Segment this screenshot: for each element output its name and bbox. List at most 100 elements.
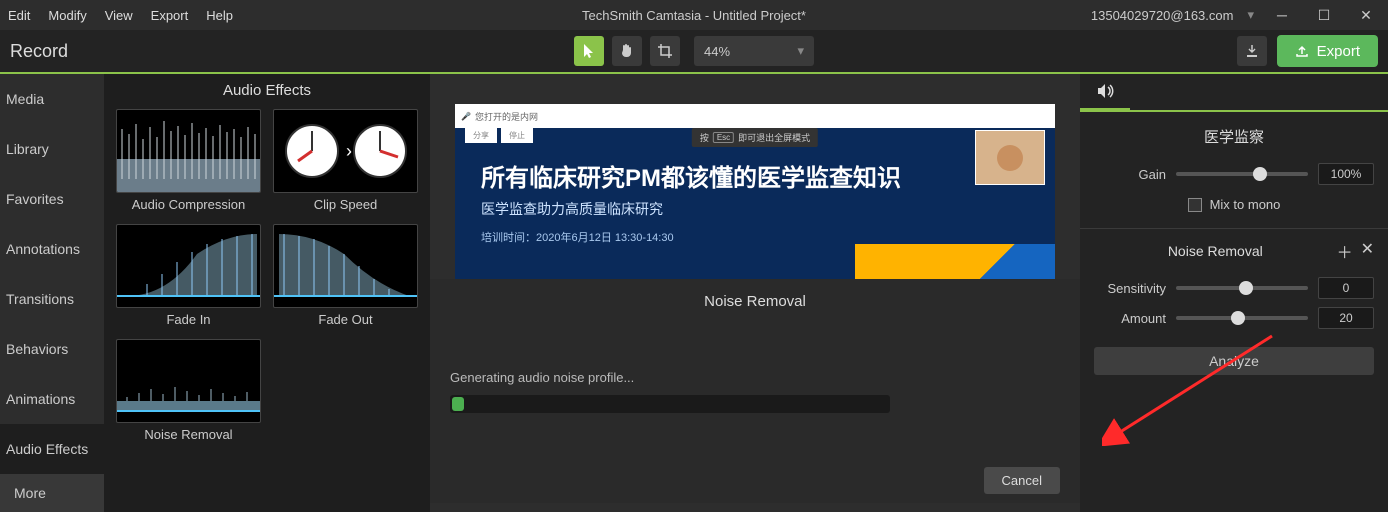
effect-fade-out[interactable]: Fade Out: [273, 224, 418, 327]
presenter-video: [975, 130, 1045, 185]
account-label[interactable]: 13504029720@163.com: [1091, 8, 1234, 23]
minimize-button[interactable]: ─: [1268, 5, 1296, 25]
left-sidebar: Media Library Favorites Annotations Tran…: [0, 74, 104, 512]
effect-label: Noise Removal: [116, 427, 261, 442]
maximize-button[interactable]: ☐: [1310, 5, 1338, 25]
app-title: TechSmith Camtasia - Untitled Project*: [582, 8, 806, 23]
dialog-title: Noise Removal: [450, 293, 1060, 310]
download-button[interactable]: [1237, 36, 1267, 66]
sensitivity-slider[interactable]: [1176, 286, 1308, 290]
noise-removal-dialog: Noise Removal Generating audio noise pro…: [430, 279, 1080, 503]
svg-text:›: ›: [346, 141, 352, 161]
noise-removal-section-title: Noise Removal: [1094, 243, 1337, 259]
menu-bar: Edit Modify View Export Help: [8, 8, 233, 23]
crop-tool-button[interactable]: [650, 36, 680, 66]
sidebar-item-favorites[interactable]: Favorites: [0, 174, 104, 224]
menu-modify[interactable]: Modify: [48, 8, 86, 23]
effect-label: Fade In: [116, 312, 261, 327]
export-label: Export: [1317, 43, 1360, 60]
cancel-button[interactable]: Cancel: [984, 467, 1060, 494]
effects-panel: Audio Effects Audio Compression › Clip S…: [104, 74, 430, 512]
slide-meta: 培训时间：2020年6月12日 13:30-14:30: [455, 229, 1055, 245]
effects-panel-title: Audio Effects: [116, 74, 418, 109]
effect-label: Fade Out: [273, 312, 418, 327]
zoom-value: 44%: [704, 44, 730, 59]
sidebar-more[interactable]: More: [0, 474, 104, 512]
menu-view[interactable]: View: [105, 8, 133, 23]
slide-subtitle: 医学监查助力高质量临床研究: [455, 199, 1055, 229]
effect-thumb: [116, 339, 261, 423]
menu-export[interactable]: Export: [151, 8, 189, 23]
download-icon: [1245, 44, 1259, 58]
toolbar: Record 44% ▾ Export: [0, 30, 1388, 74]
gain-slider[interactable]: [1176, 172, 1308, 176]
sidebar-item-annotations[interactable]: Annotations: [0, 224, 104, 274]
fullscreen-hint: 按 Esc 即可退出全屏模式: [692, 128, 818, 147]
effect-label: Audio Compression: [116, 197, 261, 212]
amount-label: Amount: [1094, 311, 1166, 326]
record-button[interactable]: Record: [10, 41, 68, 62]
progress-fill: [452, 397, 464, 411]
checkbox-icon[interactable]: [1188, 198, 1202, 212]
close-button[interactable]: ✕: [1352, 5, 1380, 25]
hand-icon: [619, 43, 635, 59]
cursor-icon: [581, 43, 597, 59]
esc-key-icon: Esc: [713, 132, 734, 143]
effect-audio-compression[interactable]: Audio Compression: [116, 109, 261, 212]
sidebar-item-behaviors[interactable]: Behaviors: [0, 324, 104, 374]
title-bar: Edit Modify View Export Help TechSmith C…: [0, 0, 1388, 30]
effect-noise-removal[interactable]: Noise Removal: [116, 339, 261, 442]
analyze-button[interactable]: Analyze: [1094, 347, 1374, 375]
account-dropdown-icon[interactable]: ▾: [1247, 7, 1254, 23]
effect-label: Clip Speed: [273, 197, 418, 212]
browser-bar-text: 您打开的是内网: [475, 110, 538, 123]
crop-icon: [657, 43, 673, 59]
effect-thumb: ›: [273, 109, 418, 193]
export-button[interactable]: Export: [1277, 35, 1378, 67]
sidebar-item-transitions[interactable]: Transitions: [0, 274, 104, 324]
zoom-dropdown[interactable]: 44% ▾: [694, 36, 814, 66]
preview-area: 🎤 您打开的是内网 分享 停止 按 Esc 即可退出全屏模式 所有临床研究PM都…: [430, 74, 1080, 512]
sidebar-item-library[interactable]: Library: [0, 124, 104, 174]
slide-action-buttons: 分享 停止: [465, 128, 533, 143]
dialog-status-text: Generating audio noise profile...: [450, 370, 1060, 385]
amount-row: Amount 20: [1080, 303, 1388, 333]
menu-edit[interactable]: Edit: [8, 8, 30, 23]
sensitivity-row: Sensitivity 0: [1080, 273, 1388, 303]
properties-panel: 医学监察 Gain 100% Mix to mono Noise Removal…: [1080, 74, 1388, 512]
effect-thumb: [273, 224, 418, 308]
gain-label: Gain: [1094, 167, 1166, 182]
effect-thumb: [116, 224, 261, 308]
mix-to-mono-label: Mix to mono: [1210, 197, 1281, 212]
effect-fade-in[interactable]: Fade In: [116, 224, 261, 327]
slide-btn-1: 分享: [465, 128, 497, 143]
effect-clip-speed[interactable]: › Clip Speed: [273, 109, 418, 212]
gain-value[interactable]: 100%: [1318, 163, 1374, 185]
add-effect-button[interactable]: ＋: [1337, 239, 1353, 263]
sidebar-item-audio-effects[interactable]: Audio Effects: [0, 424, 104, 474]
upload-icon: [1295, 44, 1309, 58]
remove-effect-button[interactable]: ✕: [1361, 239, 1374, 263]
chevron-down-icon: ▾: [797, 43, 804, 59]
properties-tabs: [1080, 74, 1388, 112]
noise-removal-section-header: Noise Removal ＋ ✕: [1080, 229, 1388, 273]
amount-value[interactable]: 20: [1318, 307, 1374, 329]
pan-tool-button[interactable]: [612, 36, 642, 66]
audio-tab[interactable]: [1080, 74, 1130, 110]
mix-to-mono-row[interactable]: Mix to mono: [1080, 189, 1388, 218]
effect-thumb: [116, 109, 261, 193]
sensitivity-label: Sensitivity: [1094, 281, 1166, 296]
gain-row: Gain 100%: [1080, 159, 1388, 189]
amount-slider[interactable]: [1176, 316, 1308, 320]
clip-title: 医学监察: [1080, 112, 1388, 159]
slide-btn-2: 停止: [501, 128, 533, 143]
main-area: Media Library Favorites Annotations Tran…: [0, 74, 1388, 512]
cursor-tool-button[interactable]: [574, 36, 604, 66]
mic-icon: 🎤: [461, 112, 471, 121]
slide-browser-bar: 🎤 您打开的是内网: [455, 104, 1055, 128]
sensitivity-value[interactable]: 0: [1318, 277, 1374, 299]
sidebar-item-animations[interactable]: Animations: [0, 374, 104, 424]
menu-help[interactable]: Help: [206, 8, 233, 23]
sidebar-item-media[interactable]: Media: [0, 74, 104, 124]
speaker-icon: [1095, 81, 1115, 101]
